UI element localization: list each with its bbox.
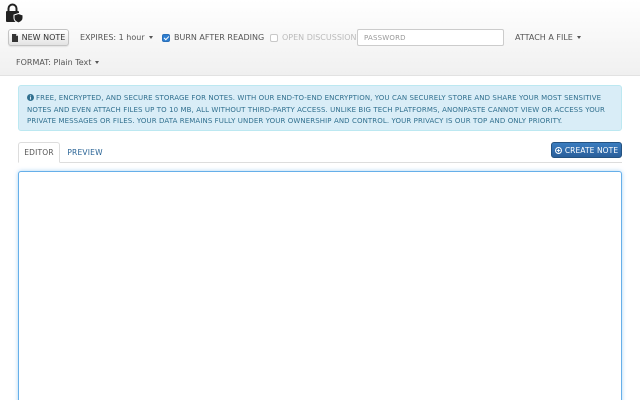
document-icon — [11, 33, 18, 42]
open-discussion-option[interactable]: OPEN DISCUSSION — [270, 33, 357, 42]
alert-text: FREE, ENCRYPTED, AND SECURE STORAGE FOR … — [27, 94, 605, 125]
new-note-label: NEW NOTE — [21, 33, 66, 42]
tab-preview[interactable]: PREVIEW — [62, 142, 108, 163]
create-note-button[interactable]: CREATE NOTE — [551, 142, 622, 158]
password-input[interactable] — [357, 29, 504, 46]
caret-down-icon — [576, 36, 581, 39]
burn-after-reading-option[interactable]: BURN AFTER READING — [162, 33, 264, 42]
attach-file-dropdown[interactable]: ATTACH A FILE — [515, 33, 581, 42]
open-discussion-checkbox[interactable] — [270, 33, 278, 42]
tab-editor[interactable]: EDITOR — [18, 142, 60, 163]
format-label: FORMAT: Plain Text — [16, 58, 92, 67]
caret-down-icon — [148, 36, 153, 39]
info-circle-icon — [27, 94, 34, 101]
caret-down-icon — [95, 61, 100, 64]
navbar: NEW NOTE EXPIRES: 1 hour BURN AFTER READ… — [0, 0, 640, 76]
expires-dropdown[interactable]: EXPIRES: 1 hour — [80, 33, 153, 42]
burn-after-reading-checkbox[interactable] — [162, 33, 170, 42]
tab-preview-label: PREVIEW — [67, 148, 103, 157]
info-alert: FREE, ENCRYPTED, AND SECURE STORAGE FOR … — [18, 85, 622, 131]
attach-file-label: ATTACH A FILE — [515, 33, 573, 42]
note-editor[interactable] — [18, 171, 622, 400]
burn-after-reading-label: BURN AFTER READING — [174, 33, 265, 42]
expires-label: EXPIRES: 1 hour — [80, 33, 145, 42]
new-note-button[interactable]: NEW NOTE — [8, 29, 69, 46]
lock-shield-icon[interactable] — [4, 3, 24, 23]
format-dropdown[interactable]: FORMAT: Plain Text — [16, 58, 100, 67]
create-note-label: CREATE NOTE — [564, 145, 619, 155]
tab-editor-label: EDITOR — [24, 148, 54, 157]
editor-tabs: EDITOR PREVIEW — [18, 142, 622, 163]
open-discussion-label: OPEN DISCUSSION — [282, 33, 357, 42]
plus-circle-icon — [554, 146, 562, 154]
